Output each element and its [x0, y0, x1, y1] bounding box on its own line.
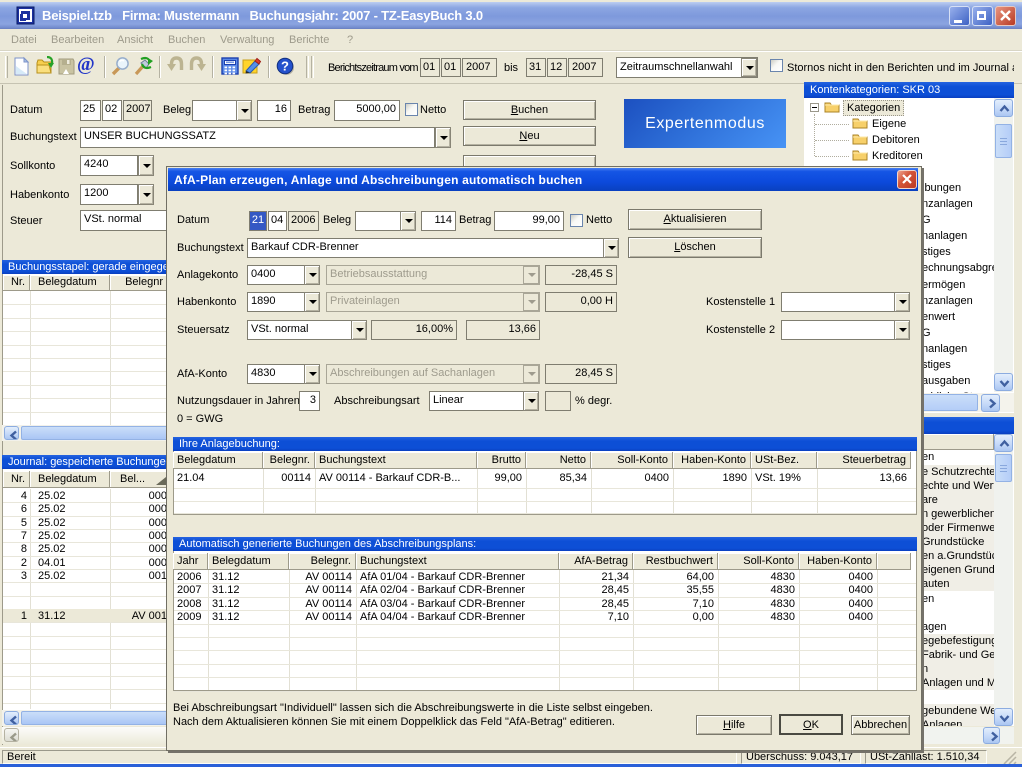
svg-text:?: ?	[281, 59, 289, 74]
